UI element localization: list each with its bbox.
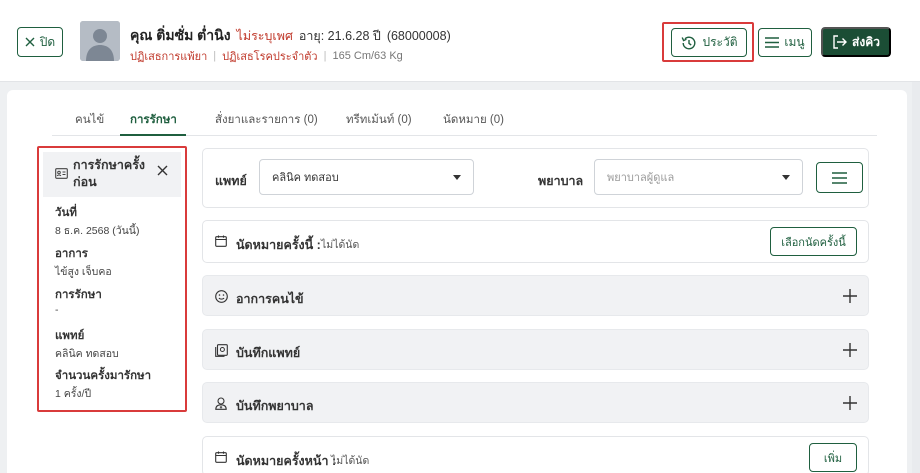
treatment-label: การรักษา [55, 289, 102, 301]
exit-arrow-icon [833, 35, 848, 49]
visit-count-value: 1 ครั้ง/ปี [55, 388, 92, 400]
symptom-section[interactable]: อาการคนไข้ [202, 275, 869, 316]
previous-treatment-panel: การรักษาครั้งก่อน วันที่ 8 ธ.ค. 2568 (วั… [37, 146, 187, 412]
symptom-section-title: อาการคนไข้ [236, 292, 304, 306]
next-appointment-title: นัดหมายครั้งหน้า : [236, 454, 337, 468]
id-card-icon [55, 168, 68, 179]
smile-icon [215, 290, 228, 303]
tab-treatments[interactable]: ทรีทเม้นท์ (0) [346, 111, 412, 129]
previous-treatment-card: การรักษาครั้งก่อน วันที่ 8 ธ.ค. 2568 (วั… [43, 152, 181, 406]
close-button[interactable]: ปิด [17, 27, 63, 57]
add-appointment-button[interactable]: เพิ่ม [809, 443, 857, 472]
next-appointment-status: ไม่ได้นัด [331, 455, 370, 467]
tab-bar: คนไข้ การรักษา สั่งยาและรายการ (0) ทรีทเ… [52, 106, 877, 136]
doctor-note-title: บันทึกแพทย์ [236, 346, 301, 360]
this-appointment-title: นัดหมายครั้งนี้ : [236, 238, 321, 252]
treatment-value: - [55, 304, 59, 316]
history-icon [682, 36, 696, 49]
chronic-disease-status: ปฏิเสธโรคประจำตัว [222, 51, 318, 63]
doctor-select[interactable]: คลินิค ทดสอบ [259, 159, 474, 195]
symptom-label: อาการ [55, 248, 88, 260]
plus-icon[interactable] [843, 289, 857, 303]
doctor-label: แพทย์ [55, 330, 85, 342]
doctor-select-value: คลินิค ทดสอบ [272, 172, 339, 184]
patient-vitals: 165 Cm/63 Kg [332, 50, 403, 62]
note-icon [215, 344, 228, 357]
doctor-note-section[interactable]: บันทึกแพทย์ [202, 329, 869, 370]
hamburger-icon [765, 37, 780, 48]
date-value: 8 ธ.ค. 2568 (วันนี้) [55, 225, 140, 237]
history-button[interactable]: ประวัติ [671, 28, 747, 57]
chevron-down-icon [782, 175, 790, 180]
plus-icon[interactable] [843, 343, 857, 357]
previous-treatment-details: วันที่ 8 ธ.ค. 2568 (วันนี้) อาการ ไข้สูง… [43, 197, 181, 406]
date-label: วันที่ [55, 207, 77, 219]
next-appointment-card: นัดหมายครั้งหน้า : ไม่ได้นัด เพิ่ม [202, 436, 869, 473]
close-icon[interactable] [157, 165, 168, 176]
tab-appointments[interactable]: นัดหมาย (0) [443, 111, 504, 129]
send-queue-label: ส่งคิว [852, 34, 880, 49]
nurse-select[interactable]: พยาบาลผู้ดูแล [594, 159, 803, 195]
doctor-field-label: แพทย์ [215, 174, 247, 188]
patient-header: ปิด คุณ ติ่มซั่ม ต่ำนิง ไม่ระบุเพศ อายุ:… [0, 0, 920, 82]
this-appointment-status: ไม่ได้นัด [321, 239, 360, 251]
drug-allergy-status: ปฏิเสธการแพ้ยา [130, 51, 208, 63]
calendar-icon [215, 235, 227, 247]
patient-age: อายุ: 21.6.28 ปี [298, 29, 381, 43]
doctor-value: คลินิค ทดสอบ [55, 348, 119, 360]
tab-treatment[interactable]: การรักษา [130, 111, 177, 129]
divider: | [213, 50, 217, 62]
close-icon [25, 37, 35, 47]
patient-gender: ไม่ระบุเพศ [236, 29, 293, 43]
user-silhouette-icon [80, 21, 120, 61]
patient-name-row: คุณ ติ่มซั่ม ต่ำนิง ไม่ระบุเพศ อายุ: 21.… [130, 25, 451, 47]
visit-count-label: จำนวนครั้งมารักษา [55, 370, 152, 382]
avatar [80, 21, 120, 61]
chevron-down-icon [453, 175, 461, 180]
patient-name: คุณ ติ่มซั่ม ต่ำนิง [130, 27, 231, 43]
tab-patient[interactable]: คนไข้ [75, 111, 104, 129]
calendar-icon [215, 451, 227, 463]
hamburger-icon [832, 171, 847, 184]
divider: | [323, 50, 327, 62]
patient-hn: (68000008) [386, 29, 451, 43]
nurse-note-section[interactable]: บันทึกพยาบาล [202, 382, 869, 423]
doctor-nurse-row: แพทย์ คลินิค ทดสอบ พยาบาล พยาบาลผู้ดูแล [202, 148, 869, 208]
doctor-row-menu-button[interactable] [816, 162, 863, 193]
symptom-value: ไข้สูง เจ็บคอ [55, 266, 112, 278]
plus-icon[interactable] [843, 396, 857, 410]
send-queue-button[interactable]: ส่งคิว [821, 27, 891, 57]
history-label: ประวัติ [702, 35, 738, 49]
nurse-icon [215, 397, 227, 410]
nurse-field-label: พยาบาล [538, 174, 584, 188]
nurse-note-title: บันทึกพยาบาล [236, 399, 314, 413]
menu-button[interactable]: เมนู [758, 28, 812, 57]
select-this-appointment-button[interactable]: เลือกนัดครั้งนี้ [770, 227, 857, 256]
active-tab-indicator [120, 134, 186, 136]
nurse-select-placeholder: พยาบาลผู้ดูแล [607, 172, 675, 184]
menu-label: เมนู [784, 35, 805, 49]
previous-treatment-title: การรักษาครั้งก่อน [73, 158, 146, 189]
tab-orders[interactable]: สั่งยาและรายการ (0) [215, 111, 318, 129]
scrollbar[interactable] [912, 82, 920, 473]
close-label: ปิด [39, 34, 56, 49]
patient-alerts-row: ปฏิเสธการแพ้ยา | ปฏิเสธโรคประจำตัว | 165… [130, 47, 403, 65]
previous-treatment-header: การรักษาครั้งก่อน [43, 152, 181, 197]
this-appointment-card: นัดหมายครั้งนี้ : ไม่ได้นัด เลือกนัดครั้… [202, 220, 869, 263]
